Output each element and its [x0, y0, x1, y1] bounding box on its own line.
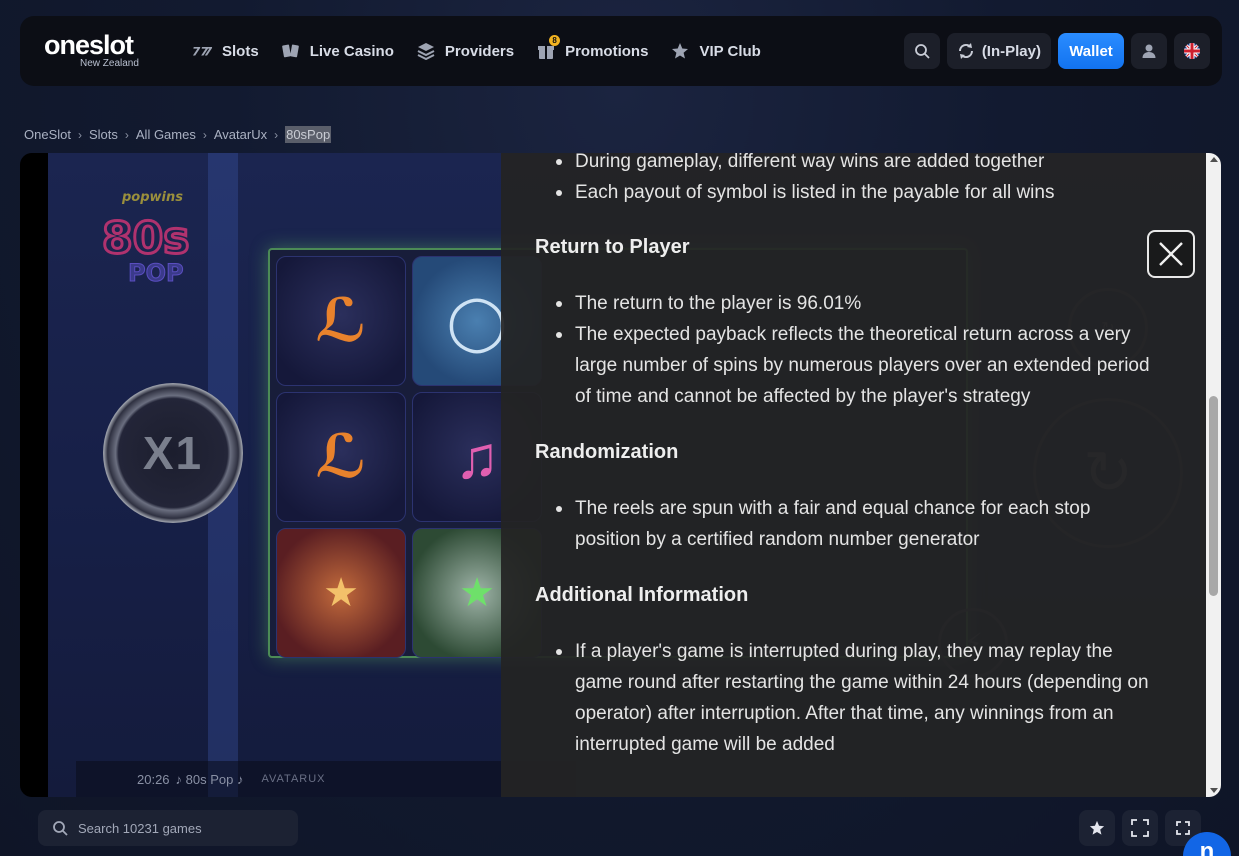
- favorite-star-icon: [1089, 820, 1105, 835]
- rtp-list: The return to the player is 96.01% The e…: [535, 288, 1206, 412]
- search-input[interactable]: [78, 820, 278, 836]
- nav-item-providers[interactable]: Providers: [415, 16, 524, 86]
- wallet-button[interactable]: Wallet: [1058, 33, 1124, 69]
- user-icon: [1142, 44, 1156, 58]
- breadcrumb-item[interactable]: All Games: [136, 127, 196, 142]
- scroll-up-icon[interactable]: [1210, 157, 1218, 162]
- additional-info-list: If a player's game is interrupted during…: [535, 636, 1206, 760]
- symbol-l-icon: ℒ: [276, 392, 406, 522]
- scrollbar-thumb[interactable]: [1209, 395, 1218, 596]
- game-search[interactable]: [38, 810, 298, 846]
- favorite-button[interactable]: [1079, 810, 1115, 846]
- intro-list: During gameplay, different way wins are …: [535, 153, 1206, 208]
- chevron-right-icon: ›: [124, 127, 129, 142]
- crown-icon: [669, 40, 691, 62]
- game-frame[interactable]: popwins 80s POP X1 ℒ ◯ ℒ ♫ ★ ★ ↻ ↻ ⚡ 20:…: [20, 153, 1221, 797]
- section-title-rtp: Return to Player: [535, 236, 690, 258]
- refresh-icon: [958, 43, 973, 59]
- scroll-down-icon[interactable]: [1210, 788, 1218, 793]
- in-play-button[interactable]: (In-Play): [946, 33, 1051, 69]
- close-info-button[interactable]: [1147, 230, 1195, 278]
- site-logo[interactable]: oneslot New Zealand: [44, 29, 170, 73]
- close-icon: [1159, 242, 1183, 266]
- game-logo: popwins 80s POP: [100, 183, 230, 288]
- info-bullet: Each payout of symbol is listed in the p…: [535, 177, 1155, 208]
- rocker-character-icon: ★: [276, 528, 406, 658]
- breadcrumb-current: 80sPop: [285, 126, 332, 143]
- chevron-right-icon: ›: [274, 127, 279, 142]
- fullscreen-button[interactable]: [1122, 810, 1158, 846]
- logo-name: oneslot: [44, 30, 134, 60]
- site-header: oneslot New Zealand 77 7 Slots Live Casin…: [20, 16, 1222, 86]
- language-button[interactable]: [1174, 33, 1210, 69]
- in-play-label: (In-Play): [981, 42, 1041, 60]
- info-bullet: The reels are spun with a fair and equal…: [535, 493, 1155, 555]
- gift-icon: 8: [535, 35, 561, 62]
- nav-label: VIP Club: [699, 42, 761, 60]
- section-title-randomization: Randomization: [535, 441, 679, 463]
- game-logo-top: popwins: [121, 190, 183, 205]
- main-nav: 77 7 Slots Live Casino Providers 8 Promot…: [192, 16, 782, 86]
- fullscreen-icon: [1131, 819, 1149, 837]
- nav-item-live-casino[interactable]: Live Casino: [280, 16, 404, 86]
- info-scroll-content: During gameplay, different way wins are …: [501, 153, 1206, 760]
- search-icon: [53, 821, 68, 836]
- nav-item-promotions[interactable]: 8 Promotions: [535, 16, 658, 86]
- promotions-badge: 8: [549, 35, 561, 46]
- game-logo-sub: POP: [128, 259, 184, 287]
- game-name: ♪ 80s Pop ♪: [175, 771, 244, 787]
- nav-label: Providers: [444, 42, 515, 60]
- info-bullet: During gameplay, different way wins are …: [535, 153, 1155, 177]
- section-title-additional-info: Additional Information: [535, 584, 749, 606]
- info-bullet: If a player's game is interrupted during…: [535, 636, 1155, 760]
- game-logo-main: 80s: [102, 213, 189, 264]
- slots-777-icon: 77 7: [192, 40, 214, 62]
- game-clock: 20:26: [137, 771, 170, 787]
- logo-region: New Zealand: [80, 58, 139, 69]
- info-bullet: The return to the player is 96.01%: [535, 288, 1155, 319]
- breadcrumb-item[interactable]: OneSlot: [24, 127, 71, 142]
- chevron-right-icon: ›: [202, 127, 207, 142]
- cards-icon: [280, 40, 302, 62]
- info-bullet: The expected payback reflects the theore…: [535, 319, 1155, 412]
- game-info-panel[interactable]: During gameplay, different way wins are …: [501, 153, 1221, 797]
- info-scrollbar[interactable]: [1206, 153, 1221, 797]
- randomization-list: The reels are spun with a fair and equal…: [535, 493, 1206, 555]
- nav-item-slots[interactable]: 77 7 Slots: [192, 16, 269, 86]
- gb-flag-icon: [1184, 43, 1200, 59]
- svg-text:7: 7: [204, 45, 213, 58]
- nav-item-vip-club[interactable]: VIP Club: [669, 16, 770, 86]
- chevron-right-icon: ›: [77, 127, 82, 142]
- expand-icon: [1176, 821, 1190, 835]
- nav-label: Slots: [222, 42, 259, 60]
- search-icon: [914, 44, 930, 59]
- layers-icon: [415, 40, 437, 62]
- game-left-strip: [20, 153, 48, 797]
- nav-label: Live Casino: [309, 42, 394, 60]
- provider-logo: AVATARUX: [261, 773, 326, 785]
- breadcrumb-item[interactable]: Slots: [89, 127, 118, 142]
- search-button[interactable]: [903, 33, 940, 69]
- symbol-l-icon: ℒ: [276, 256, 406, 386]
- header-actions: (In-Play) Wallet: [903, 33, 1210, 69]
- breadcrumb: OneSlot › Slots › All Games › AvatarUx ›…: [24, 126, 332, 143]
- multiplier-badge: X1: [103, 383, 243, 523]
- account-button[interactable]: [1131, 33, 1167, 69]
- breadcrumb-item[interactable]: AvatarUx: [214, 127, 267, 142]
- nav-label: Promotions: [565, 42, 649, 60]
- multiplier-label: X1: [142, 427, 204, 479]
